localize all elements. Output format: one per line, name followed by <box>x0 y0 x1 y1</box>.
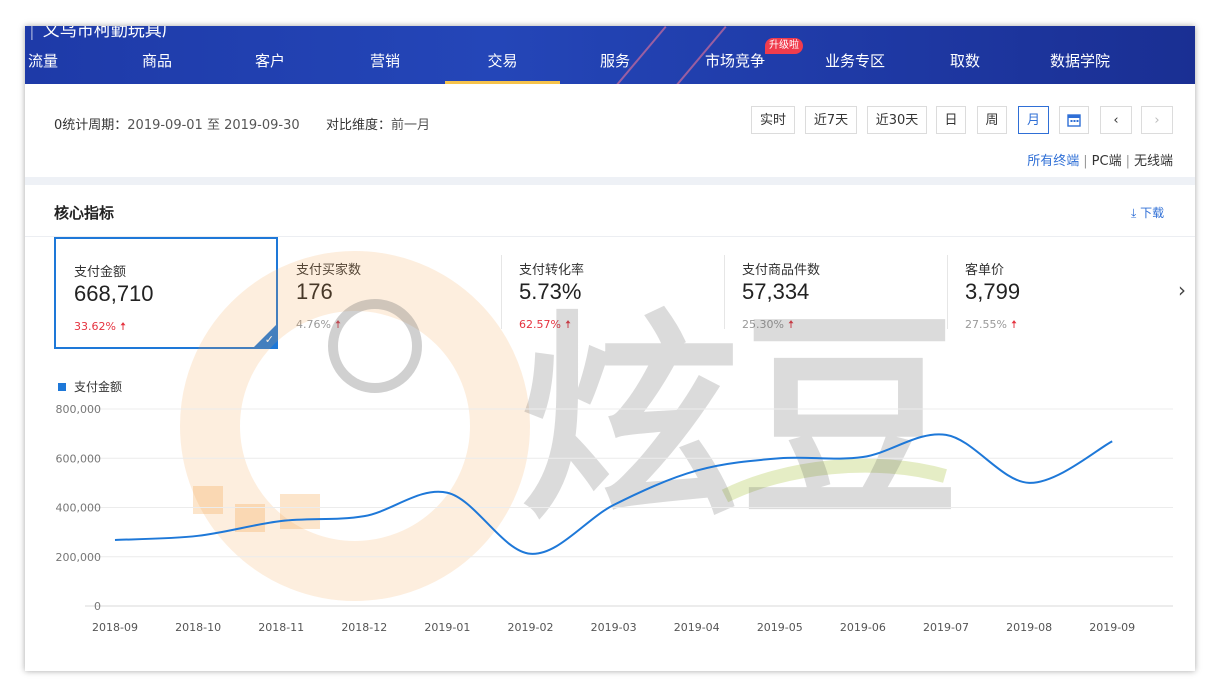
series-line <box>114 433 1113 555</box>
x-tick-label: 2019-02 <box>508 621 554 634</box>
x-tick-label: 2018-10 <box>175 621 221 634</box>
x-tick-label: 2019-04 <box>674 621 720 634</box>
x-tick-label: 2019-06 <box>840 621 886 634</box>
y-tick-label: 800,000 <box>56 403 102 416</box>
y-tick-label: 0 <box>94 600 101 613</box>
x-tick-label: 2019-05 <box>757 621 803 634</box>
line-chart: 0 200,000 400,000 600,000 800,000 2018-09 2018… <box>56 403 1173 634</box>
x-tick-label: 2019-01 <box>424 621 470 634</box>
y-tick-label: 200,000 <box>56 551 102 564</box>
x-tick-label: 2018-11 <box>258 621 304 634</box>
x-tick-label: 2019-07 <box>923 621 969 634</box>
x-tick-label: 2019-09 <box>1089 621 1135 634</box>
app-window: | 义乌市柯勤玩具厂 流量 商品 客户 营销 交易 服务 市场竞争 业务专区 取数 数据学院 升级啦 … <box>25 26 1195 671</box>
y-tick-label: 400,000 <box>56 502 102 515</box>
x-tick-label: 2019-03 <box>591 621 637 634</box>
x-tick-label: 2019-08 <box>1006 621 1052 634</box>
x-tick-label: 2018-09 <box>92 621 138 634</box>
x-tick-label: 2018-12 <box>341 621 387 634</box>
y-tick-label: 600,000 <box>56 452 102 465</box>
